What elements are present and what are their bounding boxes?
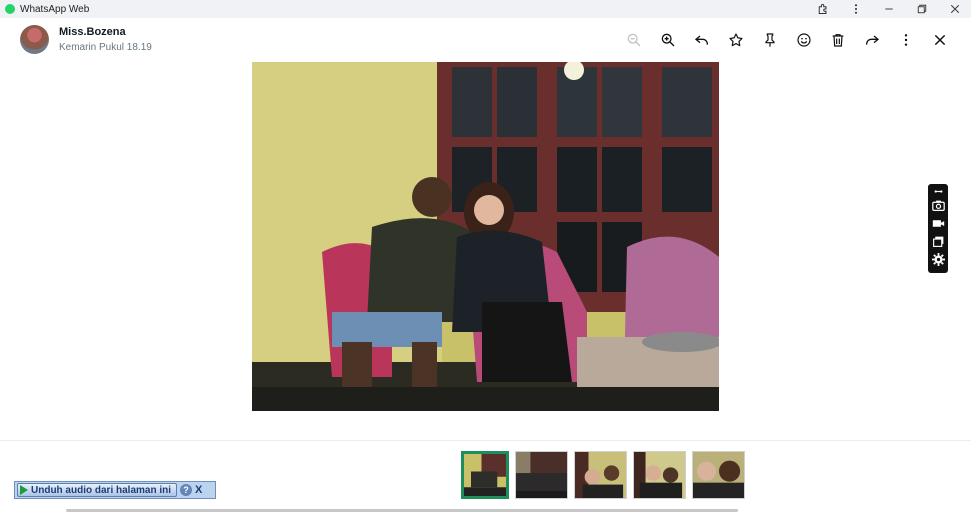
thumbnail-2[interactable]	[515, 451, 568, 499]
sender-name[interactable]: Miss.Bozena	[59, 26, 126, 38]
window-capture-icon[interactable]	[930, 232, 946, 250]
thumbnail-strip	[461, 451, 745, 499]
download-audio-button[interactable]: Unduh audio dari halaman ini	[17, 483, 178, 497]
reply-icon[interactable]	[685, 26, 719, 54]
main-photo[interactable]	[252, 62, 719, 411]
screenshot-icon[interactable]	[930, 196, 946, 214]
pin-icon[interactable]	[753, 26, 787, 54]
video-record-icon[interactable]	[930, 214, 946, 232]
zoom-in-icon[interactable]	[651, 26, 685, 54]
media-viewer-header: Miss.Bozena Kemarin Pukul 18.19	[0, 18, 971, 62]
close-icon[interactable]	[938, 0, 971, 18]
close-viewer-icon[interactable]	[923, 26, 957, 54]
kebab-menu-icon[interactable]	[839, 0, 872, 18]
menu-icon[interactable]	[889, 26, 923, 54]
delete-icon[interactable]	[821, 26, 855, 54]
window-titlebar: WhatsApp Web	[0, 0, 971, 18]
thumbnail-4[interactable]	[633, 451, 686, 499]
close-widget-icon[interactable]: X	[195, 484, 202, 496]
download-audio-widget: Unduh audio dari halaman ini ? X	[14, 481, 216, 499]
forward-icon[interactable]	[855, 26, 889, 54]
minimize-icon[interactable]	[872, 0, 905, 18]
message-timestamp: Kemarin Pukul 18.19	[59, 42, 152, 53]
settings-icon[interactable]	[930, 250, 946, 268]
star-icon[interactable]	[719, 26, 753, 54]
link-icon[interactable]	[930, 186, 946, 196]
zoom-out-icon	[617, 26, 651, 54]
download-audio-label: Unduh audio dari halaman ini	[31, 484, 172, 496]
extensions-icon[interactable]	[806, 0, 839, 18]
help-icon[interactable]: ?	[180, 484, 193, 496]
media-actions	[617, 26, 957, 54]
capture-tool-panel	[928, 184, 948, 273]
emoji-icon[interactable]	[787, 26, 821, 54]
thumbnail-1[interactable]	[461, 451, 509, 499]
avatar[interactable]	[20, 25, 49, 54]
restore-icon[interactable]	[905, 0, 938, 18]
window-controls	[806, 0, 971, 18]
whatsapp-logo-icon	[5, 4, 15, 14]
play-icon	[20, 485, 28, 495]
thumbnail-5[interactable]	[692, 451, 745, 499]
window-title: WhatsApp Web	[20, 3, 90, 15]
thumbnail-3[interactable]	[574, 451, 627, 499]
thumbnail-divider	[0, 440, 971, 441]
